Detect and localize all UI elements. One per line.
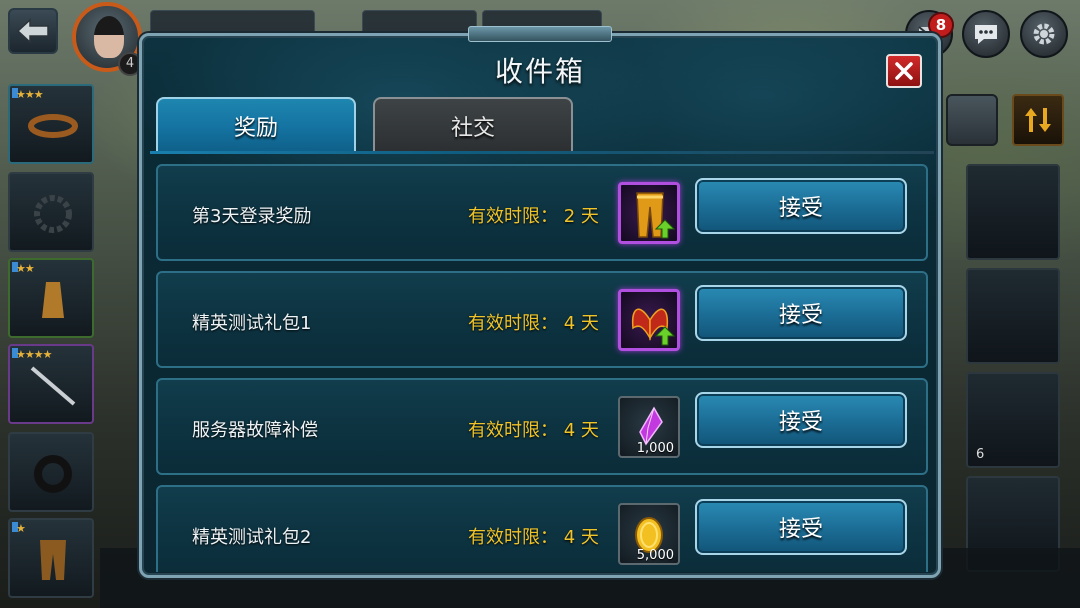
reward-item-slot[interactable]: 5,000 (618, 503, 680, 565)
expiry-label: 有效时限： (468, 420, 558, 441)
reward-item-slot[interactable]: 1,000 (618, 396, 680, 458)
tab-divider (150, 151, 934, 154)
reward-item-slot[interactable] (618, 289, 680, 351)
close-button[interactable] (886, 54, 922, 88)
reward-title: 精英测试礼包2 (192, 527, 312, 548)
expiry-label: 有效时限： (468, 313, 558, 334)
expiry-value: 4 天 (563, 420, 599, 441)
accept-button[interactable]: 接受 (695, 178, 907, 234)
expiry-text: 有效时限： 4 天 (468, 416, 599, 442)
inbox-dialog: 收件箱 奖励 社交 第3天登录奖励 有效时限： 2 天 接受 精英测试礼包1 有… (139, 33, 941, 578)
star-rating: ★ (16, 522, 26, 535)
expiry-text: 有效时限： 4 天 (468, 523, 599, 549)
gauntlet-icon (42, 282, 64, 318)
expiry-value: 4 天 (563, 527, 599, 548)
equipment-slot-pants[interactable]: ★ (8, 518, 94, 598)
ring-icon (34, 455, 72, 493)
accept-button[interactable]: 接受 (695, 392, 907, 448)
expiry-value: 4 天 (563, 313, 599, 334)
star-rating: ★★ (16, 262, 35, 275)
equipment-slot-belt[interactable]: ★★★ (8, 84, 94, 164)
equipment-slot-gauntlet[interactable]: ★★ (8, 258, 94, 338)
chat-button[interactable] (962, 10, 1010, 58)
tab-rewards[interactable]: 奖励 (156, 97, 356, 153)
reward-list[interactable]: 第3天登录奖励 有效时限： 2 天 接受 精英测试礼包1 有效时限： 4 天 接… (156, 164, 928, 572)
equipment-slot-spear[interactable]: ★★★★ (8, 344, 94, 424)
list-item: 第3天登录奖励 有效时限： 2 天 接受 (156, 164, 928, 261)
inventory-slot-belt[interactable] (966, 164, 1060, 260)
expiry-label: 有效时限： (468, 206, 558, 227)
back-button[interactable] (8, 8, 58, 54)
star-rating: ★★★★ (16, 348, 52, 361)
sort-arrows-icon (1025, 108, 1051, 132)
belt-icon (28, 114, 78, 138)
upgrade-arrow-icon (655, 326, 675, 346)
list-item: 精英测试礼包2 有效时限： 4 天 5,000 接受 (156, 485, 928, 572)
sort-button[interactable] (1012, 94, 1064, 146)
gear-icon (1033, 23, 1055, 45)
star-rating: ★★★ (16, 88, 44, 101)
expiry-label: 有效时限： (468, 527, 558, 548)
filter-button[interactable] (946, 94, 998, 146)
inventory-slot-gauntlet[interactable] (966, 268, 1060, 364)
accept-button[interactable]: 接受 (695, 499, 907, 555)
tab-social[interactable]: 社交 (373, 97, 573, 153)
inventory-slot-log[interactable]: 6 (966, 372, 1060, 468)
reward-item-slot[interactable] (618, 182, 680, 244)
spear-icon (30, 366, 76, 406)
reward-title: 服务器故障补偿 (192, 420, 318, 441)
expiry-text: 有效时限： 4 天 (468, 309, 599, 335)
reward-title: 第3天登录奖励 (192, 206, 312, 227)
reward-quantity: 1,000 (636, 441, 674, 456)
list-item: 精英测试礼包1 有效时限： 4 天 接受 (156, 271, 928, 368)
equipment-slot-empty[interactable] (8, 172, 94, 252)
avatar-portrait (94, 16, 124, 58)
list-item: 服务器故障补偿 有效时限： 4 天 1,000 接受 (156, 378, 928, 475)
expiry-value: 2 天 (563, 206, 599, 227)
item-count: 6 (976, 447, 985, 462)
dialog-top-ornament (468, 26, 612, 42)
empty-slot-icon (34, 195, 72, 233)
pants-icon (40, 540, 66, 580)
accept-button[interactable]: 接受 (695, 285, 907, 341)
reward-quantity: 5,000 (636, 548, 674, 563)
reward-title: 精英测试礼包1 (192, 313, 312, 334)
equipment-slot-ring[interactable] (8, 432, 94, 512)
upgrade-arrow-icon (655, 219, 675, 239)
chat-icon (975, 25, 997, 44)
expiry-text: 有效时限： 2 天 (468, 202, 599, 228)
close-icon (895, 62, 913, 80)
back-arrow-icon (16, 18, 49, 44)
dialog-title: 收件箱 (494, 55, 585, 88)
settings-button[interactable] (1020, 10, 1068, 58)
